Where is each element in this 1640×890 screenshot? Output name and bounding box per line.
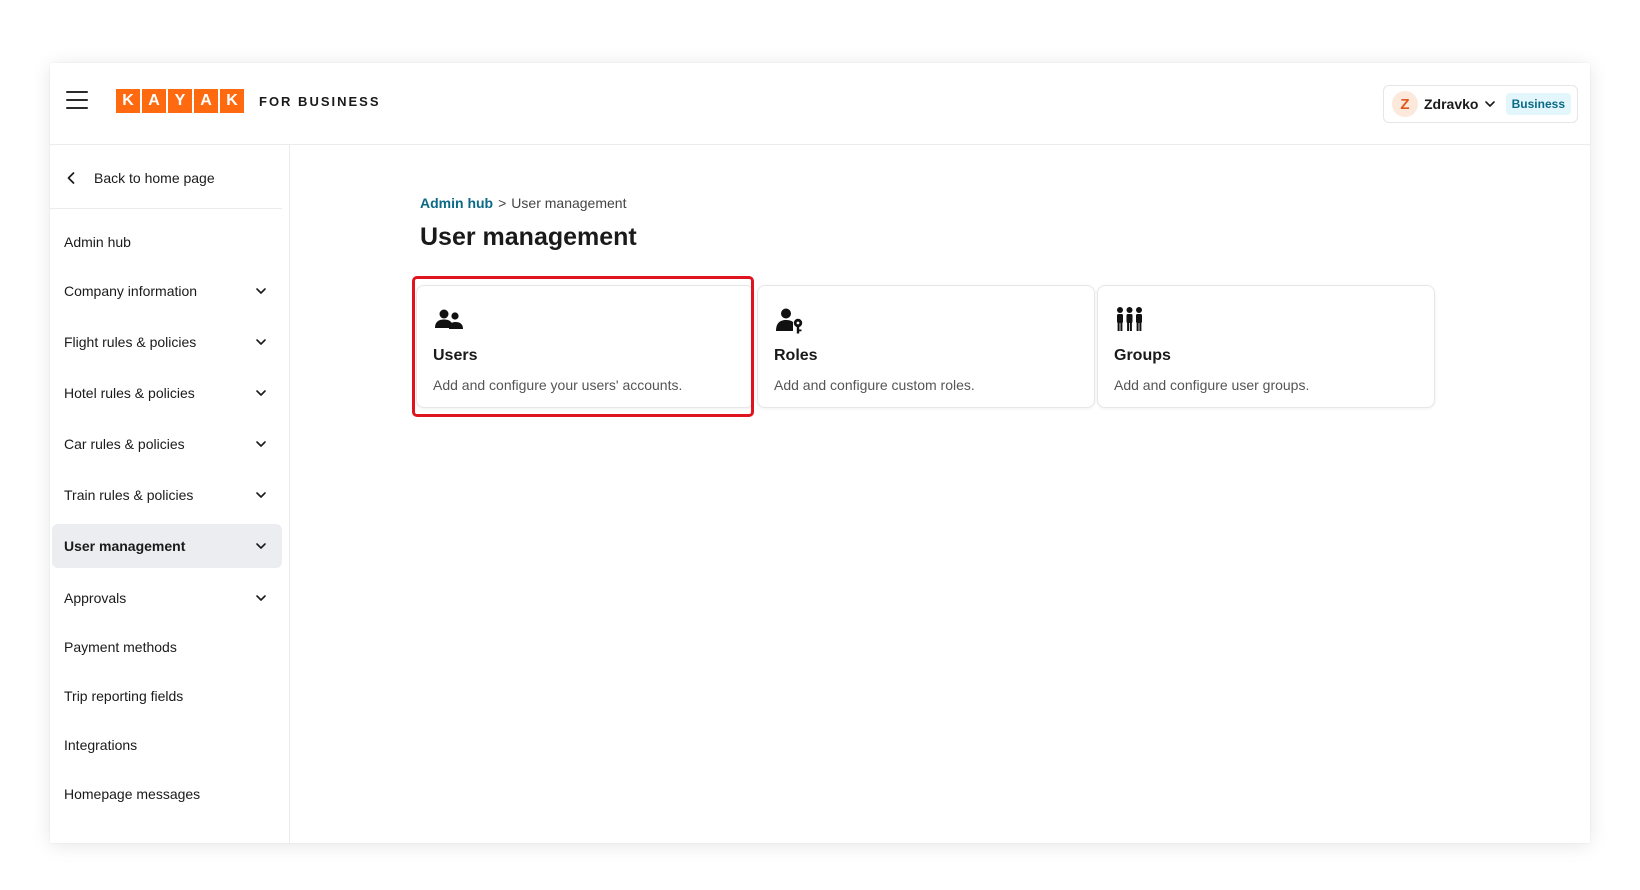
card-title: Groups	[1114, 347, 1171, 364]
chevron-down-icon	[1485, 101, 1496, 107]
breadcrumb: Admin hub > User management	[420, 195, 626, 211]
back-label: Back to home page	[94, 170, 215, 186]
sidebar-item-homepage-messages[interactable]: Homepage messages	[52, 772, 282, 816]
back-to-home-link[interactable]: Back to home page	[66, 163, 215, 193]
chevron-down-icon	[256, 492, 266, 498]
sidebar-item-label: Train rules & policies	[64, 487, 194, 503]
sidebar-item-label: Admin hub	[64, 234, 131, 250]
chevron-down-icon	[256, 543, 266, 549]
logo-letter: K	[116, 89, 140, 113]
sidebar-item-label: User management	[64, 538, 186, 554]
sidebar-item-hotel-rules[interactable]: Hotel rules & policies	[52, 371, 282, 415]
sidebar-item-trip-reporting-fields[interactable]: Trip reporting fields	[52, 674, 282, 718]
sidebar-item-label: Car rules & policies	[64, 436, 185, 452]
sidebar-item-user-management[interactable]: User management	[52, 524, 282, 568]
sidebar-item-approvals[interactable]: Approvals	[52, 576, 282, 620]
sidebar-item-label: Homepage messages	[64, 786, 201, 802]
sidebar-item-company-information[interactable]: Company information	[52, 269, 282, 313]
breadcrumb-admin-hub-link[interactable]: Admin hub	[420, 195, 493, 211]
users-icon	[435, 309, 463, 329]
roles-card[interactable]: Roles Add and configure custom roles.	[757, 285, 1095, 408]
kayak-logo[interactable]: K A Y A K	[116, 89, 244, 113]
plan-badge: Business	[1505, 93, 1571, 115]
sidebar-item-label: Payment methods	[64, 639, 177, 655]
chevron-down-icon	[256, 390, 266, 396]
app-window: K A Y A K FOR BUSINESS Z Zdravko Busines…	[50, 63, 1590, 843]
sidebar-item-label: Approvals	[64, 590, 127, 606]
groups-card[interactable]: Groups Add and configure user groups.	[1097, 285, 1435, 408]
main-content: Admin hub > User management User managem…	[290, 145, 1590, 843]
logo-letter: Y	[168, 89, 192, 113]
card-title: Users	[433, 347, 478, 364]
sidebar-item-flight-rules[interactable]: Flight rules & policies	[52, 320, 282, 364]
sidebar-item-label: Company information	[64, 283, 198, 299]
sidebar-item-label: Flight rules & policies	[64, 334, 197, 350]
chevron-down-icon	[256, 441, 266, 447]
sidebar-item-admin-hub[interactable]: Admin hub	[52, 220, 282, 264]
group-icon	[1117, 307, 1142, 331]
account-menu-button[interactable]: Z Zdravko Business	[1383, 85, 1578, 123]
breadcrumb-current: User management	[511, 195, 627, 211]
users-card[interactable]: Users Add and configure your users' acco…	[416, 285, 754, 408]
user-key-icon	[776, 308, 803, 334]
logo-letter: K	[220, 89, 244, 113]
breadcrumb-separator: >	[498, 195, 507, 211]
sidebar-item-label: Hotel rules & policies	[64, 385, 195, 401]
card-description: Add and configure custom roles.	[774, 377, 975, 393]
top-bar: K A Y A K FOR BUSINESS Z Zdravko Busines…	[50, 63, 1590, 145]
chevron-left-icon	[67, 172, 75, 184]
chevron-down-icon	[256, 595, 266, 601]
sidebar-item-label: Integrations	[64, 737, 138, 753]
card-description: Add and configure your users' accounts.	[433, 377, 683, 393]
sidebar-item-payment-methods[interactable]: Payment methods	[52, 625, 282, 669]
sidebar-item-train-rules[interactable]: Train rules & policies	[52, 473, 282, 517]
avatar: Z	[1392, 91, 1418, 117]
sidebar-item-label: Trip reporting fields	[64, 688, 184, 704]
sidebar-item-integrations[interactable]: Integrations	[52, 723, 282, 767]
brand-suffix: FOR BUSINESS	[259, 94, 381, 109]
user-name: Zdravko	[1424, 96, 1479, 112]
chevron-down-icon	[256, 288, 266, 294]
logo-letter: A	[142, 89, 166, 113]
page-title: User management	[420, 223, 637, 251]
logo-letter: A	[194, 89, 218, 113]
card-description: Add and configure user groups.	[1114, 377, 1310, 393]
menu-icon[interactable]	[66, 91, 88, 109]
sidebar: Back to home page Admin hub Company info…	[50, 145, 290, 843]
chevron-down-icon	[256, 339, 266, 345]
card-title: Roles	[774, 347, 818, 364]
divider	[50, 208, 282, 209]
sidebar-item-car-rules[interactable]: Car rules & policies	[52, 422, 282, 466]
